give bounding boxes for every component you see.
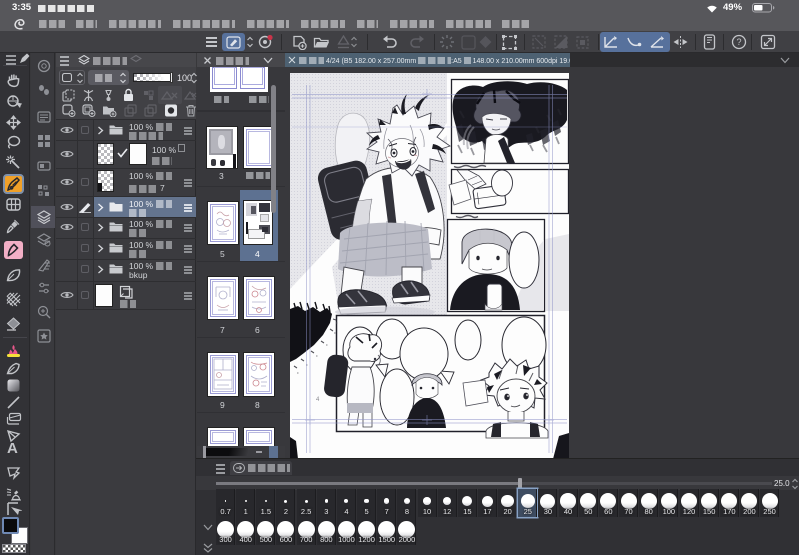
svg-text:?: ? [736, 37, 741, 47]
